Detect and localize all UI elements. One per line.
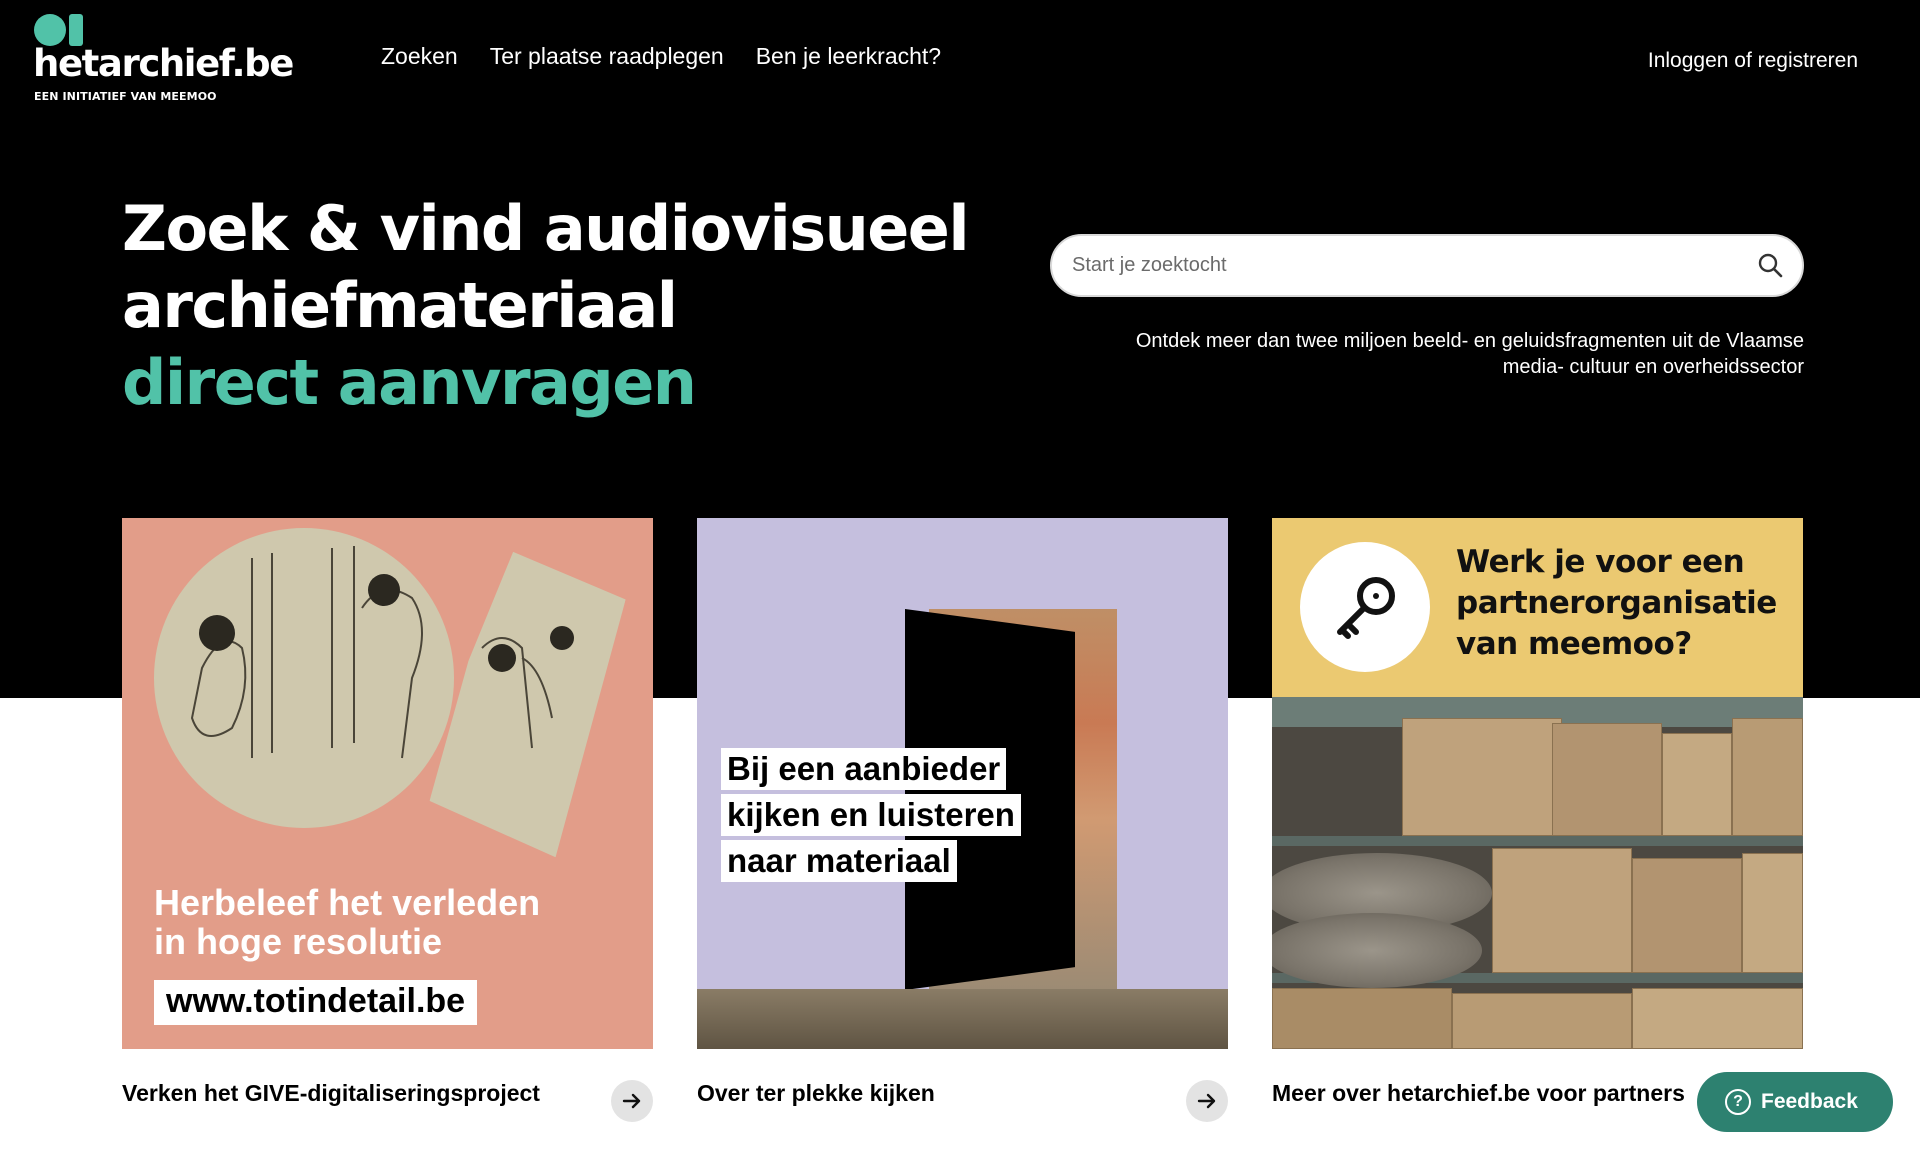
card-image-sketch: Herbeleef het verleden in hoge resolutie…	[122, 518, 653, 1049]
arrow-right-icon	[622, 1093, 641, 1109]
banner-line-3: van meemoo?	[1456, 626, 1692, 662]
archive-box	[1492, 848, 1632, 973]
search-icon	[1758, 253, 1783, 278]
nav-item-leerkracht[interactable]: Ben je leerkracht?	[756, 45, 941, 68]
feedback-button[interactable]: ? Feedback	[1697, 1072, 1893, 1132]
sketch-figures	[190, 546, 574, 759]
archive-box	[1452, 993, 1632, 1049]
card-2-caption-line-3: naar materiaal	[721, 840, 957, 882]
archive-box	[1272, 988, 1452, 1049]
card-1-title[interactable]: Verken het GIVE-digitaliseringsproject	[122, 1080, 540, 1107]
card-2-caption: Bij een aanbieder kijken en luisteren na…	[721, 748, 1021, 886]
logo-tagline: EEN INITIATIEF VAN MEEMOO	[34, 90, 217, 103]
nav-item-ter-plaatse-raadplegen[interactable]: Ter plaatse raadplegen	[490, 45, 724, 68]
question-circle-icon: ?	[1725, 1089, 1751, 1115]
card-image-door: Bij een aanbieder kijken en luisteren na…	[697, 518, 1228, 1049]
card-2-arrow-button[interactable]	[1186, 1080, 1228, 1122]
archive-box	[1742, 853, 1803, 973]
card-2-title[interactable]: Over ter plekke kijken	[697, 1080, 935, 1107]
archive-box	[1552, 723, 1662, 836]
card-1-footer: Verken het GIVE-digitaliseringsproject	[122, 1058, 653, 1122]
tagline-line-2: media- cultuur en overheidssector	[1502, 356, 1804, 378]
login-link[interactable]: Inloggen of registreren	[1648, 49, 1858, 73]
tagline-line-1: Ontdek meer dan twee miljoen beeld- en g…	[1135, 330, 1804, 352]
headline-accent: direct aanvragen	[122, 346, 697, 419]
banner-line-1: Werk je voor een	[1456, 544, 1745, 580]
search-button[interactable]	[1754, 249, 1788, 283]
site-logo[interactable]: hetarchief.be EEN INITIATIEF VAN MEEMOO	[33, 14, 294, 104]
banner-line-2: partnerorganisatie	[1456, 585, 1777, 621]
search-input[interactable]	[1072, 236, 1732, 295]
main-nav: Zoeken Ter plaatse raadplegen Ben je lee…	[381, 45, 941, 68]
card-2-caption-line-2: kijken en luisteren	[721, 794, 1021, 836]
partner-banner-text: Werk je voor een partnerorganisatie van …	[1456, 542, 1786, 665]
headline-line-2: archiefmateriaal	[122, 269, 678, 342]
card-image-archive: Werk je voor een partnerorganisatie van …	[1272, 518, 1803, 1049]
card-3-title[interactable]: Meer over hetarchief.be voor partners	[1272, 1080, 1685, 1107]
archive-box	[1632, 988, 1803, 1049]
shelf	[1272, 836, 1803, 846]
archive-box	[1732, 718, 1803, 836]
card-1-caption-line-1: Herbeleef het verleden	[154, 882, 541, 923]
film-reel	[1272, 913, 1482, 988]
archive-box	[1662, 733, 1732, 836]
key-badge	[1300, 542, 1430, 672]
painting-landscape	[697, 989, 1228, 1049]
card-1-caption-line-2: in hoge resolutie	[154, 921, 443, 962]
feedback-label: Feedback	[1761, 1090, 1858, 1113]
nav-item-zoeken[interactable]: Zoeken	[381, 45, 458, 68]
logo-text: hetarchief.be	[33, 42, 294, 85]
card-give-project[interactable]: Herbeleef het verleden in hoge resolutie…	[122, 518, 653, 1122]
card-partners[interactable]: Werk je voor een partnerorganisatie van …	[1272, 518, 1803, 1106]
card-2-caption-line-1: Bij een aanbieder	[721, 748, 1007, 790]
headline-line-1: Zoek & vind audiovisueel	[122, 192, 970, 265]
hero-tagline: Ontdek meer dan twee miljoen beeld- en g…	[1050, 328, 1804, 380]
card-ter-plekke[interactable]: Bij een aanbieder kijken en luisteren na…	[697, 518, 1228, 1122]
card-1-caption: Herbeleef het verleden in hoge resolutie	[154, 883, 540, 961]
card-1-arrow-button[interactable]	[611, 1080, 653, 1122]
archive-box	[1632, 858, 1742, 973]
key-icon	[1337, 577, 1395, 639]
card-1-url: www.totindetail.be	[154, 980, 478, 1025]
search-bar	[1050, 234, 1804, 297]
arrow-right-icon	[1197, 1093, 1216, 1109]
hero-headline: Zoek & vind audiovisueel archiefmateriaa…	[122, 190, 970, 421]
partner-banner: Werk je voor een partnerorganisatie van …	[1272, 518, 1803, 697]
archive-box	[1402, 718, 1562, 836]
card-2-footer: Over ter plekke kijken	[697, 1058, 1228, 1122]
